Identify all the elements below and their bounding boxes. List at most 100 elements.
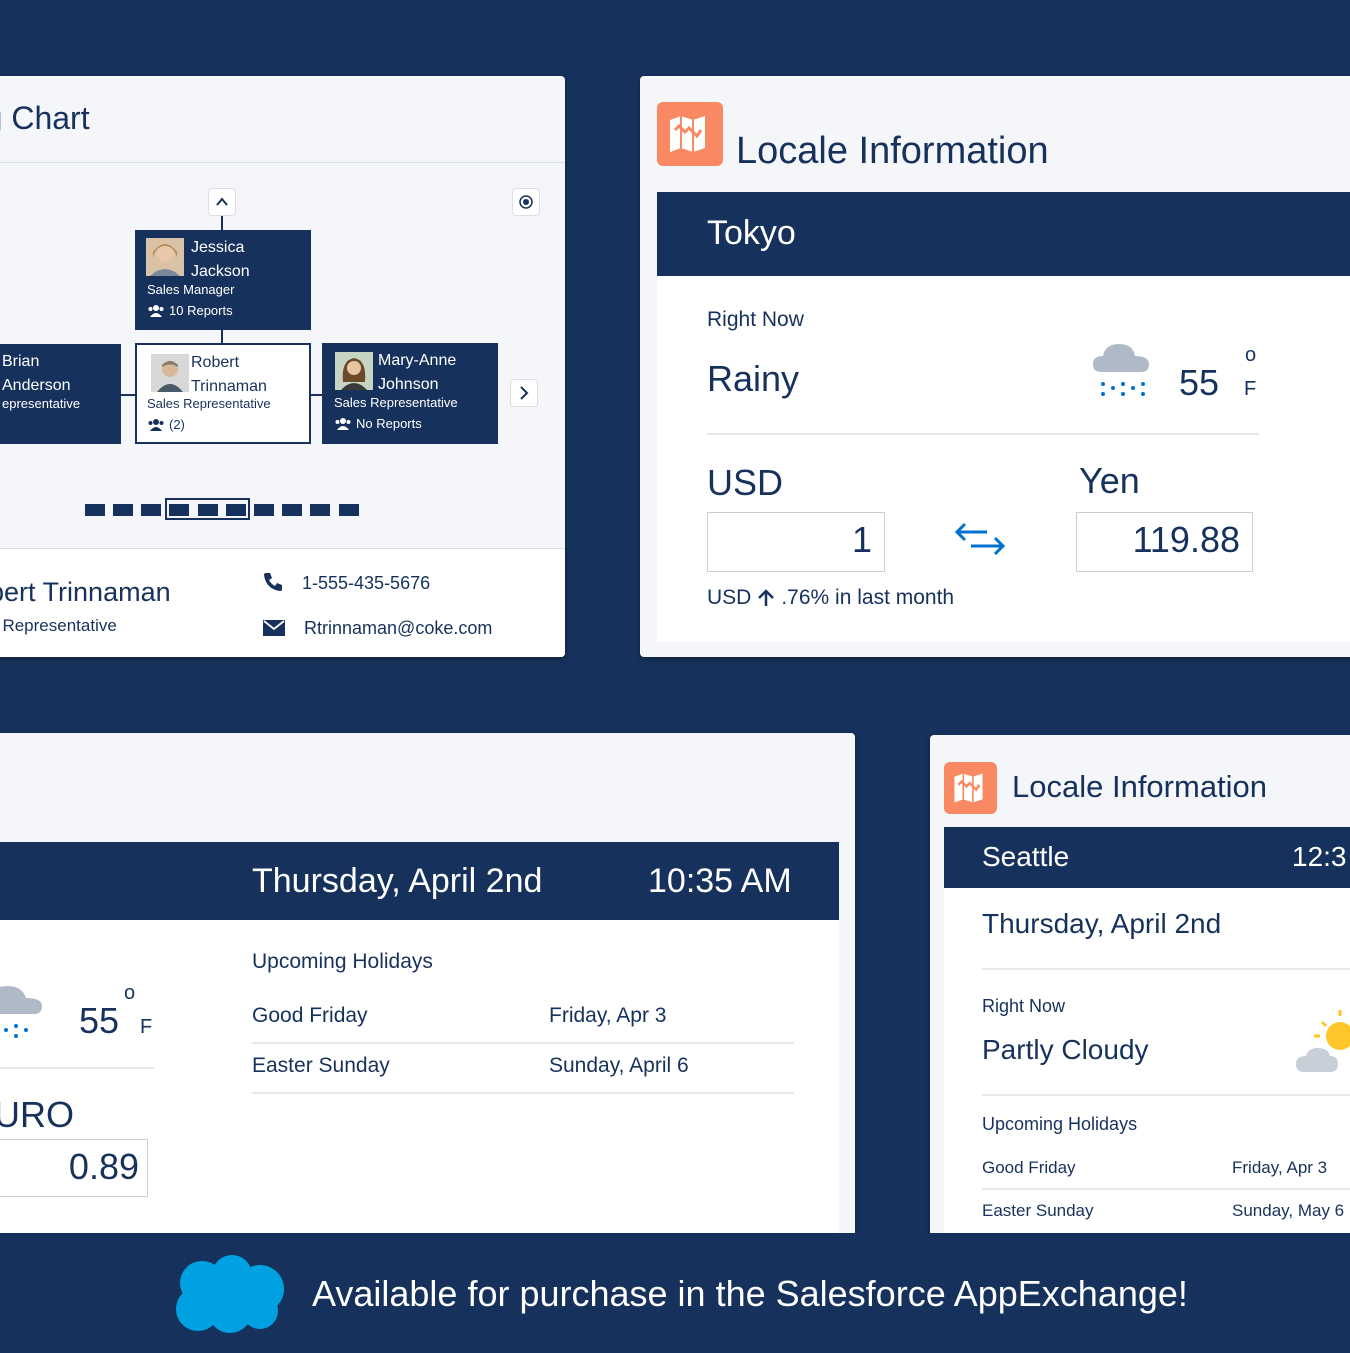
holiday-name: Easter Sunday — [982, 1201, 1094, 1220]
rain-cloud-icon — [0, 986, 42, 1038]
from-currency: USD — [707, 462, 784, 503]
avatar — [335, 352, 373, 390]
connector — [221, 330, 223, 344]
locale-card-tokyo: Locale Information Tokyo Right Now Rainy… — [640, 76, 1350, 657]
node-reports-label: 10 Reports — [169, 303, 233, 318]
node-first-name: Mary-Anne — [378, 352, 457, 369]
date-time-band: Thursday, April 2nd 10:35 AM — [0, 842, 839, 920]
node-role: epresentative — [2, 396, 81, 411]
current-date: Thursday, April 2nd — [252, 862, 543, 900]
group-icon — [148, 304, 164, 317]
page-dot[interactable] — [339, 504, 359, 516]
partly-cloudy-icon — [1296, 1010, 1350, 1072]
right-now-label: Right Now — [982, 996, 1066, 1016]
node-reports-label: (2) — [169, 417, 185, 432]
node-role: Sales Representative — [147, 396, 271, 411]
page-dot-active[interactable] — [198, 504, 218, 516]
trend-text: .76% in last month — [781, 586, 955, 609]
next-button[interactable] — [510, 379, 538, 407]
weather-condition: Rainy — [707, 358, 800, 399]
org-node-mary-anne[interactable]: Mary-Anne Johnson Sales Representative N… — [322, 343, 498, 444]
focus-button[interactable] — [512, 188, 540, 216]
salesforce-cloud-logo — [176, 1255, 284, 1333]
email-link[interactable]: Rtrinnaman@coke.com — [304, 618, 492, 639]
map-icon — [954, 773, 983, 803]
city-time: 12:3 — [1292, 841, 1347, 872]
degree-symbol: o — [1245, 344, 1257, 366]
node-last-name: Jackson — [191, 263, 250, 280]
holiday-name: Easter Sunday — [252, 1054, 390, 1077]
from-amount-value: 1 — [851, 519, 872, 560]
node-first-name: Robert — [191, 354, 240, 371]
phone-link[interactable]: 1-555-435-5676 — [302, 573, 430, 594]
from-amount-input[interactable]: 1 — [707, 512, 885, 572]
page-dot[interactable] — [113, 504, 133, 516]
node-last-name: Anderson — [2, 377, 71, 394]
page-dot[interactable] — [254, 504, 274, 516]
node-reports: 10 Reports — [147, 303, 233, 318]
page-dot-active[interactable] — [169, 504, 189, 516]
group-icon — [148, 418, 164, 431]
contact-name: obert Trinnaman — [0, 577, 171, 607]
page-dot[interactable] — [141, 504, 161, 516]
locale-card-holidays: Thursday, April 2nd 10:35 AM 55 o F EURO… — [0, 733, 855, 1253]
node-reports: No Reports — [334, 416, 422, 431]
holiday-date: Sunday, April 6 — [549, 1054, 689, 1077]
node-first-name: Brian — [2, 353, 40, 370]
currency-amount-value: 0.89 — [68, 1146, 139, 1187]
page-dot[interactable] — [282, 504, 302, 516]
org-node-brian[interactable]: Brian Anderson epresentative — [0, 344, 121, 444]
divider — [252, 1092, 794, 1094]
contact-role: les Representative — [0, 616, 117, 635]
map-logo — [657, 102, 723, 166]
node-reports-label: No Reports — [356, 416, 422, 431]
avatar — [146, 238, 184, 276]
trend-currency: USD — [707, 586, 752, 609]
arrow-up-icon — [758, 589, 775, 606]
node-role: Sales Representative — [334, 395, 458, 410]
org-chart-header: rg Chart — [0, 76, 565, 163]
divider — [982, 1094, 1350, 1096]
city-name: Tokyo — [707, 214, 796, 252]
city-band: Tokyo — [657, 192, 1350, 276]
contact-footer: obert Trinnaman les Representative 1-555… — [0, 548, 565, 657]
divider — [0, 1067, 154, 1069]
currency-name: EURO — [0, 1094, 75, 1135]
holidays-panel: 55 o F EURO 0.89 Upcoming Holidays Good … — [0, 920, 839, 1253]
org-node-jessica[interactable]: Jessica Jackson Sales Manager 10 Reports — [135, 230, 311, 330]
divider — [982, 1188, 1350, 1190]
to-amount-input[interactable]: 119.88 — [1076, 512, 1253, 572]
target-icon — [519, 195, 533, 209]
page-dot[interactable] — [85, 504, 105, 516]
holidays-label: Upcoming Holidays — [982, 1114, 1138, 1134]
map-logo — [944, 762, 997, 814]
page-dot-active[interactable] — [226, 504, 246, 516]
org-chart-card: rg Chart Jessica Jackson Sales Manager 1… — [0, 76, 565, 657]
connector — [221, 216, 223, 230]
temperature: 55 — [1179, 362, 1220, 403]
map-icon — [670, 116, 705, 152]
org-chart-title: rg Chart — [0, 100, 90, 136]
node-reports: (2) — [147, 417, 185, 432]
chevron-right-icon — [520, 386, 529, 400]
city-name: Seattle — [982, 841, 1070, 872]
org-node-robert[interactable]: Robert Trinnaman Sales Representative (2… — [135, 343, 311, 444]
temp-unit: F — [140, 1016, 153, 1038]
current-time: 10:35 AM — [648, 862, 792, 900]
page-dot[interactable] — [310, 504, 330, 516]
current-date: Thursday, April 2nd — [982, 908, 1222, 939]
card-title: Locale Information — [736, 130, 1049, 172]
temperature: 55 — [79, 1000, 120, 1041]
currency-amount-input[interactable]: 0.89 — [0, 1139, 148, 1197]
locale-panel: Right Now Rainy 55 o F USD Yen 1 119.88 … — [657, 276, 1350, 642]
temp-unit: F — [1244, 378, 1257, 400]
right-now-label: Right Now — [707, 308, 804, 331]
holiday-date: Friday, Apr 3 — [549, 1004, 667, 1027]
locale-panel: Thursday, April 2nd Right Now Partly Clo… — [944, 888, 1350, 1255]
locale-card-seattle: Locale Information Seattle 12:3 Thursday… — [930, 735, 1350, 1255]
rain-cloud-icon — [1093, 344, 1149, 396]
chevron-up-icon — [216, 197, 228, 206]
expand-up-button[interactable] — [208, 188, 236, 216]
weather-condition: Partly Cloudy — [982, 1034, 1149, 1065]
swap-arrows-icon[interactable] — [953, 522, 1007, 558]
